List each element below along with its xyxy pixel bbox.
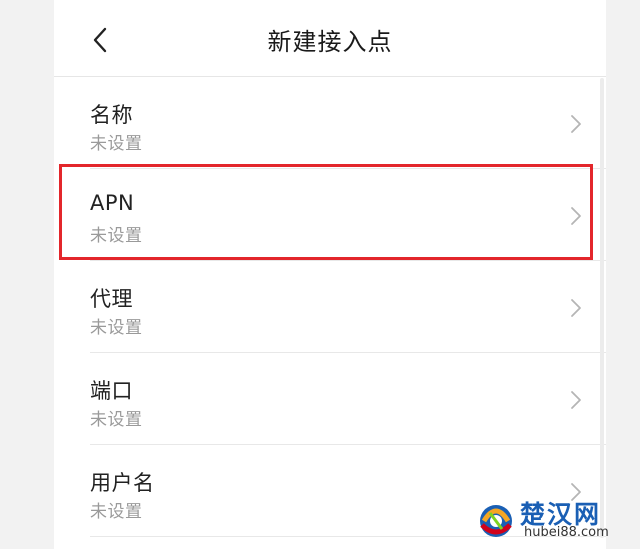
scrollbar[interactable]: [600, 78, 604, 538]
list-item-value: 未设置: [90, 410, 143, 430]
list-item-port[interactable]: 端口 未设置: [54, 353, 606, 445]
list-item-label: 名称: [90, 103, 133, 127]
settings-list: 名称 未设置 APN 未设置 代理 未设置 端口 未设置 用户名 未设置: [54, 77, 606, 537]
list-item-proxy[interactable]: 代理 未设置: [54, 261, 606, 353]
watermark: 楚汉网 hubei88.com: [476, 495, 634, 545]
apn-highlight-box: [59, 164, 593, 260]
list-item-value: 未设置: [90, 318, 143, 338]
list-item-label: 用户名: [90, 471, 155, 495]
list-item-label: 代理: [90, 287, 133, 311]
list-item-value: 未设置: [90, 134, 143, 154]
watermark-url: hubei88.com: [524, 525, 609, 540]
list-item-label: 端口: [90, 379, 133, 403]
chevron-right-icon: [571, 115, 581, 133]
list-item-name[interactable]: 名称 未设置: [54, 77, 606, 169]
header: 新建接入点: [54, 0, 606, 78]
apn-settings-screen: 新建接入点 名称 未设置 APN 未设置 代理 未设置 端口 未设置 用户名 未…: [54, 0, 606, 549]
chevron-right-icon: [571, 391, 581, 409]
watermark-logo-icon: [480, 505, 512, 537]
list-item-value: 未设置: [90, 502, 143, 522]
chevron-right-icon: [571, 299, 581, 317]
page-title: 新建接入点: [267, 28, 393, 56]
